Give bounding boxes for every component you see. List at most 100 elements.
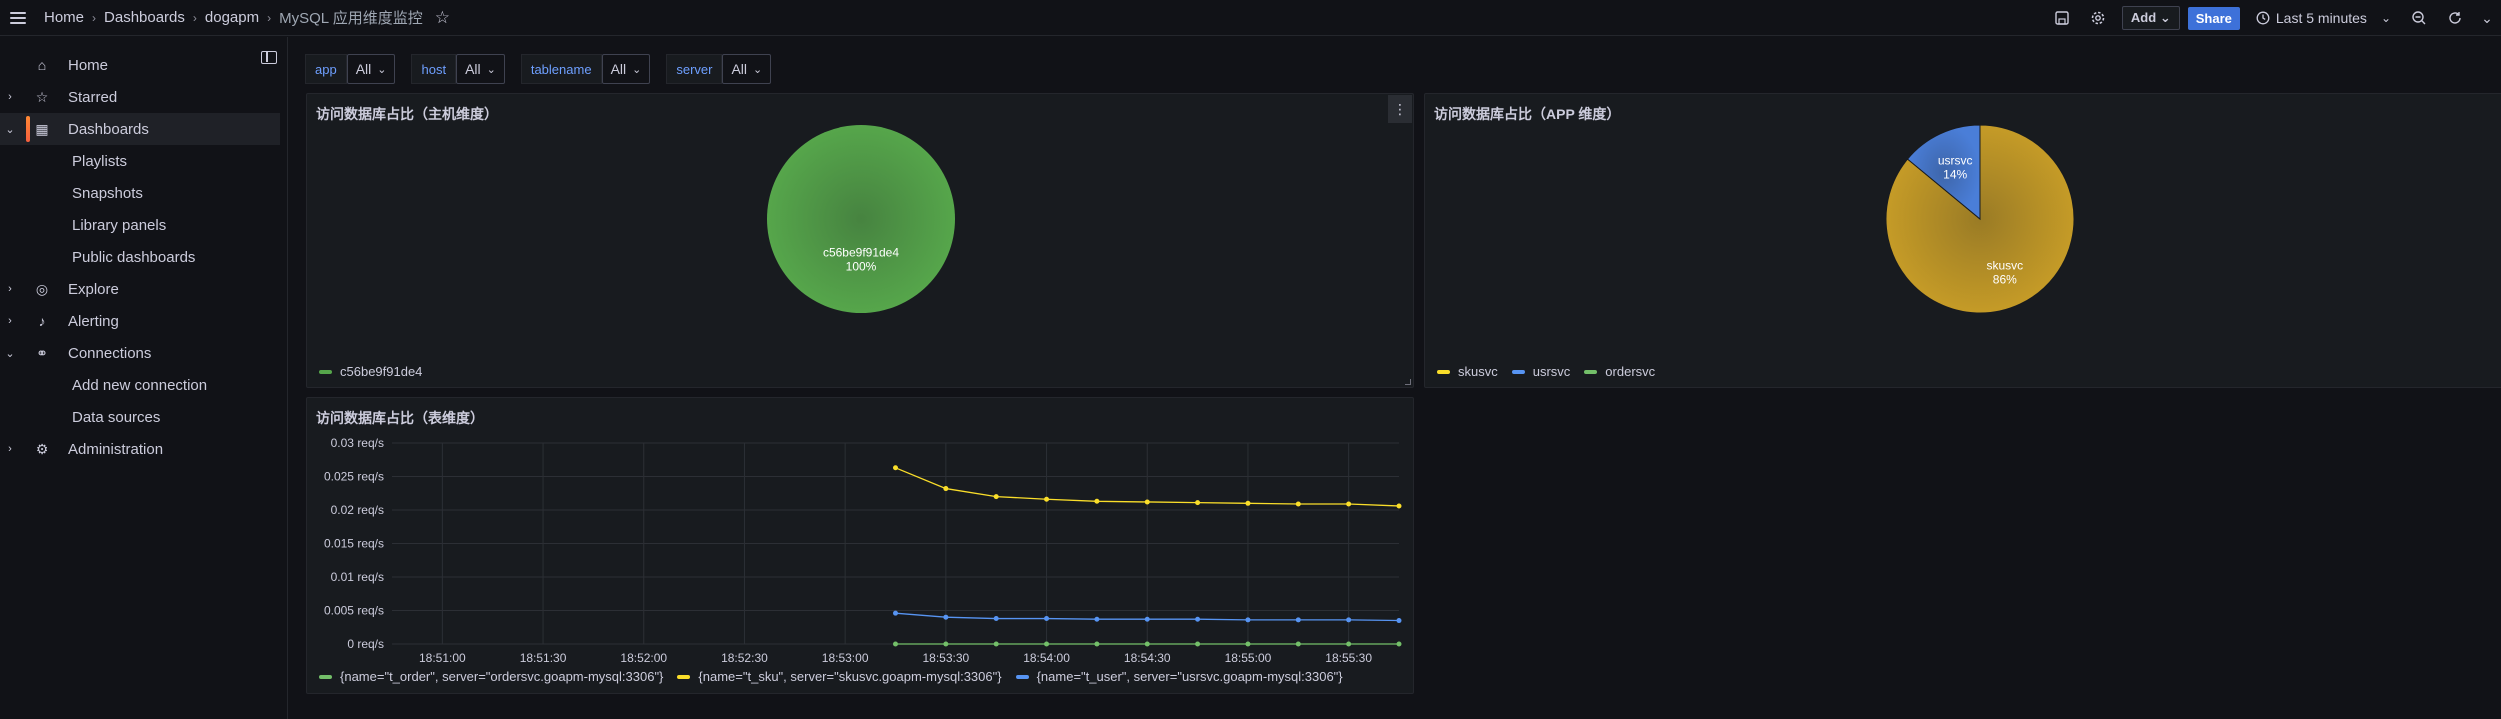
sidebar-nav: ⌂ Home › ☆ Starred ⌄ ▦ Dashboards Playlists Snaps… <box>0 49 280 465</box>
data-point[interactable] <box>1346 617 1352 623</box>
data-point[interactable] <box>1044 641 1050 647</box>
time-range-picker[interactable]: Last 5 minutes ⌄ <box>2250 10 2397 26</box>
data-point[interactable] <box>1044 616 1050 622</box>
data-point[interactable] <box>1396 503 1402 509</box>
sidebar-item-public-dashboards[interactable]: Public dashboards <box>0 241 280 273</box>
chevron-right-icon[interactable]: › <box>2 315 18 327</box>
sidebar-item-label: Starred <box>68 88 118 106</box>
chevron-right-icon[interactable]: › <box>2 283 18 295</box>
chevron-down-icon[interactable]: ⌄ <box>2 347 18 360</box>
variables-bar: app All ⌄ host All ⌄ tablename All ⌄ server All ⌄ <box>305 54 787 84</box>
data-point[interactable] <box>1144 499 1150 505</box>
y-tick-label: 0.02 req/s <box>331 503 384 517</box>
legend-item[interactable]: {name="t_user", server="usrsvc.goapm-mys… <box>1015 669 1343 684</box>
data-point[interactable] <box>1396 618 1402 624</box>
data-point[interactable] <box>1144 616 1150 622</box>
menu-icon[interactable] <box>0 0 36 36</box>
variable-select-host[interactable]: All ⌄ <box>456 54 505 84</box>
data-point[interactable] <box>993 616 999 622</box>
sidebar-item-alerting[interactable]: › ♪ Alerting <box>0 305 280 337</box>
variable-select-server[interactable]: All ⌄ <box>722 54 772 84</box>
data-point[interactable] <box>993 641 999 647</box>
sidebar-item-playlists[interactable]: Playlists <box>0 145 280 177</box>
data-point[interactable] <box>1245 500 1251 506</box>
panel-menu-icon[interactable]: ⋮ <box>1388 95 1412 123</box>
sidebar-item-add-new-connection[interactable]: Add new connection <box>0 369 280 401</box>
home-icon: ⌂ <box>37 57 47 73</box>
data-point[interactable] <box>1094 616 1100 622</box>
sidebar-item-explore[interactable]: › ◎ Explore <box>0 273 280 305</box>
sidebar-item-snapshots[interactable]: Snapshots <box>0 177 280 209</box>
panel-title: 访问数据库占比（表维度） <box>316 410 484 426</box>
data-point[interactable] <box>1195 616 1201 622</box>
add-button[interactable]: Add ⌄ <box>2121 6 2180 30</box>
data-point[interactable] <box>1396 641 1402 647</box>
legend-item[interactable]: skusvc <box>1437 364 1498 379</box>
sidebar-item-dashboards[interactable]: ⌄ ▦ Dashboards <box>0 113 280 145</box>
sidebar-item-library-panels[interactable]: Library panels <box>0 209 280 241</box>
pie-slice-c56be9f91de4[interactable] <box>767 125 955 313</box>
data-point[interactable] <box>1245 617 1251 623</box>
data-point[interactable] <box>1044 496 1050 502</box>
clock-icon <box>2256 11 2270 25</box>
sidebar-item-label: Home <box>68 56 109 74</box>
sidebar-item-starred[interactable]: › ☆ Starred <box>0 81 280 113</box>
sidebar-item-administration[interactable]: › ⚙ Administration <box>0 433 280 465</box>
data-point[interactable] <box>893 610 898 616</box>
chevron-down-icon: ⌄ <box>377 63 387 76</box>
chevron-down-icon[interactable]: ⌄ <box>2 123 18 136</box>
breadcrumb-folder[interactable]: dogapm <box>205 9 259 26</box>
chevron-down-icon[interactable]: ⌄ <box>2473 0 2501 36</box>
chevron-right-icon[interactable]: › <box>2 91 18 103</box>
y-tick-label: 0.01 req/s <box>331 570 384 584</box>
legend-item[interactable]: ordersvc <box>1584 364 1655 379</box>
legend-item[interactable]: {name="t_sku", server="skusvc.goapm-mysq… <box>677 669 1002 684</box>
save-icon[interactable] <box>2044 0 2080 36</box>
data-point[interactable] <box>943 614 949 620</box>
y-tick-label: 0.03 req/s <box>331 436 384 450</box>
mark-favorite-star-icon[interactable]: ☆ <box>435 8 450 28</box>
sidebar-item-data-sources[interactable]: Data sources <box>0 401 280 433</box>
data-point[interactable] <box>1195 500 1201 506</box>
pie-slice-label: skusvc <box>1986 259 2023 273</box>
bell-icon: ♪ <box>38 313 46 329</box>
data-point[interactable] <box>1094 641 1100 647</box>
data-point[interactable] <box>893 641 898 647</box>
data-point[interactable] <box>1295 617 1301 623</box>
chevron-right-icon: › <box>267 10 272 25</box>
breadcrumb-dashboards[interactable]: Dashboards <box>104 9 185 26</box>
refresh-icon[interactable] <box>2437 0 2473 36</box>
zoom-out-icon[interactable] <box>2401 0 2437 36</box>
data-point[interactable] <box>993 494 999 500</box>
sidebar-item-label: Public dashboards <box>72 248 196 266</box>
time-range-label: Last 5 minutes <box>2275 10 2367 26</box>
data-point[interactable] <box>1195 641 1201 647</box>
data-point[interactable] <box>1094 498 1100 504</box>
breadcrumb-home[interactable]: Home <box>44 9 84 26</box>
variable-select-tablename[interactable]: All ⌄ <box>601 54 651 84</box>
legend-item[interactable]: {name="t_order", server="ordersvc.goapm-… <box>319 669 663 684</box>
sidebar: ⌂ Home › ☆ Starred ⌄ ▦ Dashboards Playlists Snaps… <box>0 37 288 719</box>
data-point[interactable] <box>1346 501 1352 507</box>
legend-label: {name="t_user", server="usrsvc.goapm-mys… <box>1036 669 1343 684</box>
data-point[interactable] <box>1346 641 1352 647</box>
variable-select-app[interactable]: All ⌄ <box>346 54 396 84</box>
data-point[interactable] <box>1295 501 1301 507</box>
legend-color-swatch <box>319 369 332 374</box>
data-point[interactable] <box>943 641 949 647</box>
share-button[interactable]: Share <box>2187 6 2240 30</box>
chevron-right-icon[interactable]: › <box>2 443 18 455</box>
data-point[interactable] <box>1144 641 1150 647</box>
data-point[interactable] <box>943 486 949 492</box>
cog-icon: ⚙ <box>35 440 49 457</box>
panel-resize-handle[interactable] <box>1405 379 1411 385</box>
settings-gear-icon[interactable] <box>2080 0 2116 36</box>
sidebar-item-home[interactable]: ⌂ Home <box>0 49 280 81</box>
legend-item[interactable]: c56be9f91de4 <box>319 364 422 379</box>
sidebar-item-connections[interactable]: ⌄ ⚭ Connections <box>0 337 280 369</box>
data-point[interactable] <box>1245 641 1251 647</box>
data-point[interactable] <box>893 465 898 471</box>
top-bar: Home › Dashboards › dogapm › MySQL 应用维度监… <box>0 0 2501 36</box>
data-point[interactable] <box>1295 641 1301 647</box>
legend-item[interactable]: usrsvc <box>1511 364 1570 379</box>
